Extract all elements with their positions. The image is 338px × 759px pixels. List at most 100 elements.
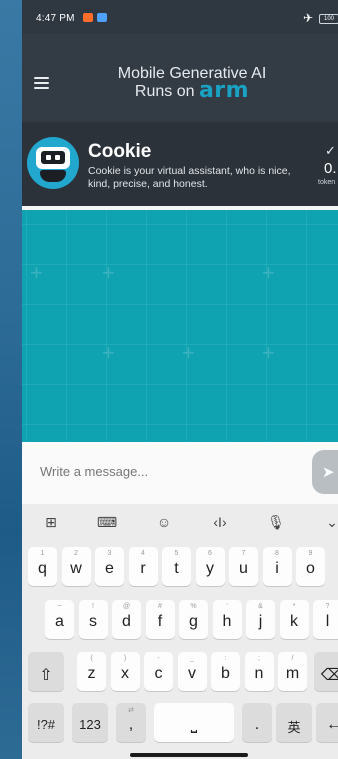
assistant-header: Cookie Cookie is your virtual assistant,… [22,122,338,206]
assistant-avatar [27,137,79,189]
comma-key[interactable]: ⇄, [116,703,146,742]
cursor-control-icon[interactable]: ‹I› [208,514,232,534]
key-hint: 5 [174,550,179,557]
key-label: n [254,665,264,682]
key-c[interactable]: -c [144,652,173,691]
keyboard-toolbar: ⊞ ⌨ ☺ ‹I› 🎙 ⌄ [22,504,338,542]
microphone-icon[interactable]: 🎙 [264,514,288,534]
key-label: b [221,665,230,682]
key-hint: ) [123,655,127,662]
airplane-mode-icon: ✈ [303,11,314,25]
key-label: g [189,613,198,630]
key-label: y [206,560,214,577]
shift-icon: ⇧ [39,667,53,684]
token-label: token [318,179,336,186]
key-label: o [306,560,315,577]
key-j[interactable]: & j [246,600,275,639]
emoji-icon[interactable]: ☺ [152,514,176,534]
key-label: v [188,665,196,682]
key-label: w [70,560,82,577]
backspace-key[interactable]: ⌫ [314,652,338,691]
keyboard-apps-icon[interactable]: ⊞ [39,514,63,534]
key-o[interactable]: 9o [296,547,325,586]
symbols-key[interactable]: !?# [28,703,64,742]
key-label: q [38,560,47,577]
send-icon: ➤ [322,464,335,481]
key-hint: - [157,655,160,662]
key-label: e [105,560,114,577]
key-z[interactable]: (z [77,652,106,691]
key-label: h [222,613,232,630]
arm-logo: arm [198,78,250,103]
key-hint: 1 [40,550,45,557]
key-label: f [157,613,163,630]
key-k[interactable]: * k [279,600,309,639]
numbers-key[interactable]: 123 [72,703,108,742]
key-hint: ' [226,603,228,610]
key-b[interactable]: :b [211,652,240,691]
shift-key[interactable]: ⇧ [28,652,64,691]
key-hint: 2 [74,550,78,557]
keyboard-layout-icon[interactable]: ⌨ [95,514,119,534]
send-button[interactable]: ➤ [312,450,338,494]
key-g[interactable]: % g [179,600,208,639]
phone-screen: 4:47 PM ✈ 100 Mobile Generative AI Runs … [22,0,338,759]
key-m[interactable]: / m [278,652,307,691]
app-title-prefix: Runs on [134,83,195,100]
key-hint: 7 [241,550,246,557]
space-key[interactable]: ⎵ [154,703,234,742]
key-v[interactable]: _ v [177,652,207,691]
key-h[interactable]: ' h [212,600,242,639]
key-d[interactable]: @ d [112,600,141,639]
key-l[interactable]: ? l [313,600,338,639]
app-bar: Mobile Generative AI Runs on arm [22,34,338,122]
key-label: u [239,560,248,577]
key-label: r [140,560,146,577]
key-hint: _ [190,655,194,662]
desktop-background [0,0,22,759]
soft-keyboard: ⊞ ⌨ ☺ ‹I› 🎙 ⌄ 1q2w3e4r5t6y7u8i9o ~ a! s @ d #… [22,504,338,759]
key-x[interactable]: ) x [110,652,140,691]
app-title-line2: Runs on arm [82,80,302,102]
collapse-keyboard-icon[interactable]: ⌄ [320,514,338,534]
status-time: 4:47 PM [36,13,75,24]
home-indicator[interactable] [130,753,248,757]
enter-key[interactable]: ← [316,703,338,742]
app-title-line1: Mobile Generative AI [117,65,267,82]
key-s[interactable]: ! s [78,600,108,639]
space-icon: ⎵ [190,716,198,733]
key-r[interactable]: 4r [128,547,158,586]
chat-messages-area[interactable]: + + + + + + [22,210,338,442]
key-t[interactable]: 5t [162,547,191,586]
enter-icon: ← [326,716,338,733]
key-e[interactable]: 3e [95,547,124,586]
key-hint: @ [122,603,131,610]
message-composer: ➤ [22,442,338,504]
language-key[interactable]: 英 [276,703,312,742]
message-icon [97,13,107,22]
key-u[interactable]: 7u [229,547,258,586]
key-label: l [325,613,330,630]
key-label: k [290,613,298,630]
message-input[interactable] [30,450,312,492]
key-hint: & [258,603,263,610]
key-q[interactable]: 1q [28,547,57,586]
period-key[interactable]: . [242,703,272,742]
key-f[interactable]: # f [145,600,175,639]
key-n[interactable]: ; n [244,652,274,691]
key-y[interactable]: 6y [195,547,225,586]
key-label: i [275,560,279,577]
key-a[interactable]: ~ a [45,600,74,639]
key-w[interactable]: 2w [61,547,91,586]
key-hint: ? [325,603,330,610]
hamburger-menu-icon[interactable] [34,77,49,89]
key-hint: : [224,655,227,662]
token-check-icon: ✓ [325,143,336,158]
assistant-description: Cookie is your virtual assistant, who is… [88,165,291,190]
key-label: z [87,665,96,682]
key-hint: ~ [57,603,62,610]
notification-icon [83,13,93,22]
key-hint: 3 [107,550,112,557]
key-i[interactable]: 8i [262,547,292,586]
key-label: c [154,665,163,682]
